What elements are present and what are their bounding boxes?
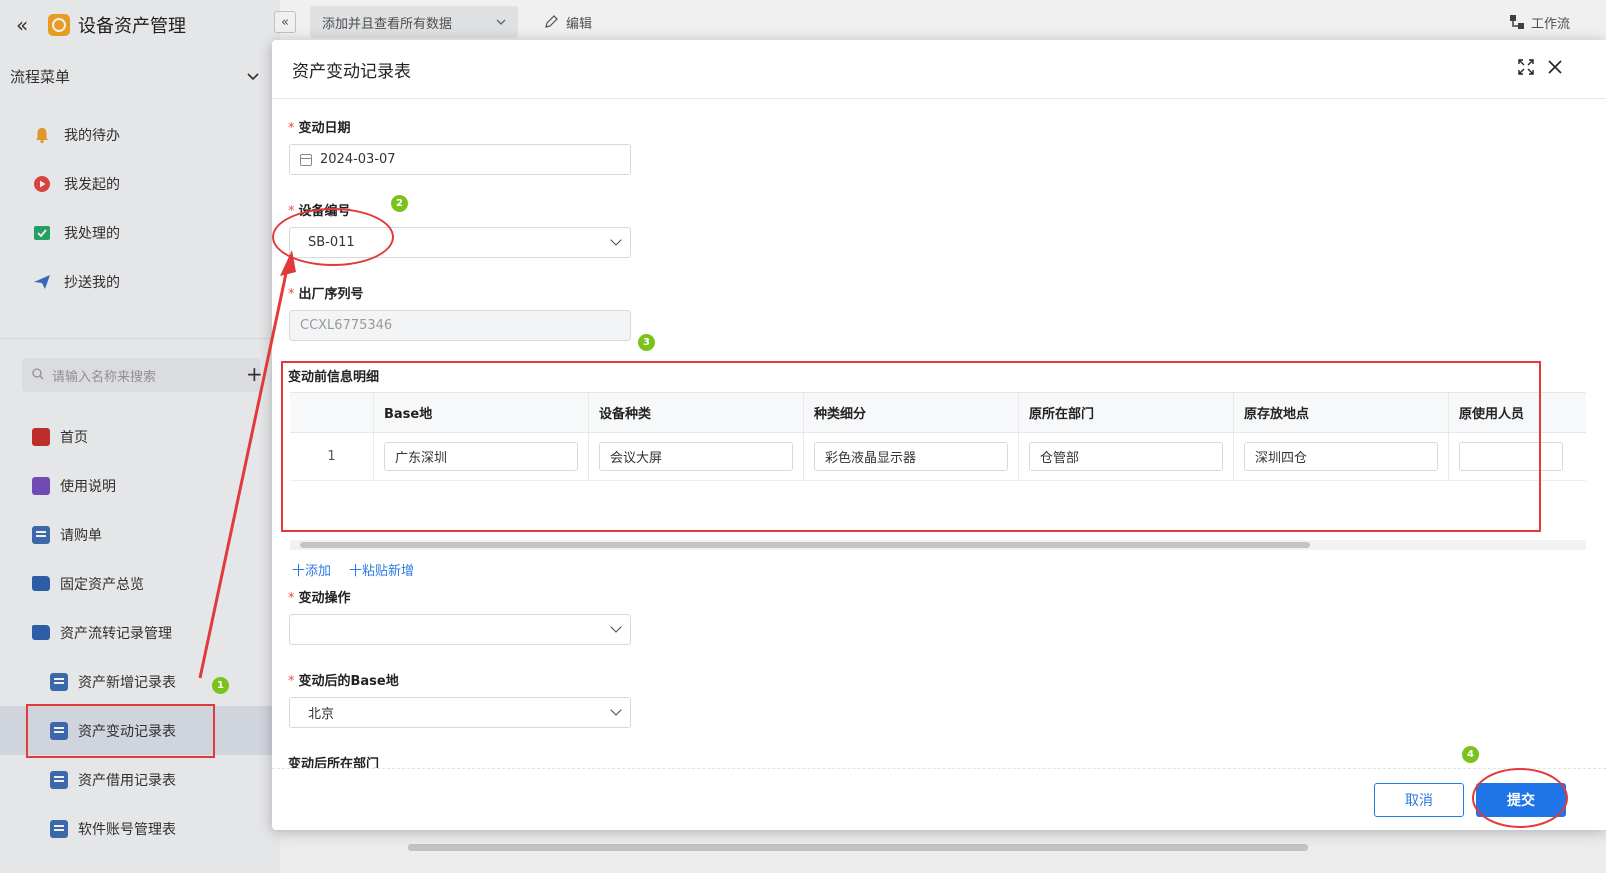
modal-footer: 取消 提交 <box>272 768 1606 830</box>
index-header <box>290 393 374 432</box>
table-cell: 彩色液晶显示器 <box>804 433 1019 480</box>
modal-body: * 变动日期 2024-03-07 * 设备编号 SB-011 * 出厂序列号 CCX… <box>272 100 1606 768</box>
row-index: 1 <box>290 433 374 480</box>
new-base-select[interactable]: 北京 <box>289 697 631 728</box>
serial-no-field: CCXL6775346 <box>289 310 631 341</box>
device-no-select[interactable]: SB-011 <box>289 227 631 258</box>
close-icon[interactable] <box>1547 59 1563 75</box>
column-header: 原所在部门 <box>1019 393 1234 432</box>
submit-button[interactable]: 提交 <box>1476 783 1566 817</box>
table-scrollbar[interactable] <box>290 540 1586 550</box>
table-header-row: Base地 设备种类 种类细分 原所在部门 原存放地点 原使用人员 <box>290 393 1586 433</box>
table-cell: 深圳四仓 <box>1234 433 1449 480</box>
table-cell: 广东深圳 <box>374 433 589 480</box>
table-cell <box>1449 433 1573 480</box>
cancel-button[interactable]: 取消 <box>1374 783 1464 817</box>
change-op-select[interactable] <box>289 614 631 645</box>
chevron-down-icon <box>610 234 622 246</box>
pre-change-details-table: Base地 设备种类 种类细分 原所在部门 原存放地点 原使用人员 1 广东深圳… <box>290 392 1586 481</box>
serial-no-value: CCXL6775346 <box>300 318 393 333</box>
user-cell-input[interactable] <box>1459 442 1563 471</box>
chevron-down-icon <box>610 704 622 716</box>
subtype-cell-input[interactable]: 彩色液晶显示器 <box>814 442 1008 471</box>
dept-cell-input[interactable]: 仓管部 <box>1029 442 1223 471</box>
location-cell-input[interactable]: 深圳四仓 <box>1244 442 1438 471</box>
new-dept-label: 变动后所在部门 <box>288 757 380 768</box>
new-base-value: 北京 <box>308 707 335 722</box>
add-row-button[interactable]: 十添加 <box>292 560 331 579</box>
modal-header: 资产变动记录表 <box>272 40 1606 99</box>
table-actions: 十添加 十粘贴新增 <box>292 560 414 579</box>
required-mark: * <box>288 121 295 136</box>
change-op-label: * 变动操作 <box>288 591 351 606</box>
column-header: Base地 <box>374 393 589 432</box>
column-header: 种类细分 <box>804 393 1019 432</box>
required-mark: * <box>288 591 295 606</box>
fullscreen-icon[interactable] <box>1518 59 1534 75</box>
device-no-label: * 设备编号 <box>288 204 351 219</box>
table-cell: 仓管部 <box>1019 433 1234 480</box>
column-header: 原使用人员 <box>1459 407 1525 422</box>
paste-add-button[interactable]: 十粘贴新增 <box>349 560 414 579</box>
pre-change-details-title: 变动前信息明细 <box>288 370 380 385</box>
table-cell: 会议大屏 <box>589 433 804 480</box>
required-mark: * <box>288 674 295 689</box>
change-date-value: 2024-03-07 <box>320 152 396 167</box>
calendar-icon <box>300 153 312 166</box>
base-cell-input[interactable]: 广东深圳 <box>384 442 578 471</box>
device-no-value: SB-011 <box>308 235 355 250</box>
change-date-picker[interactable]: 2024-03-07 <box>289 144 631 175</box>
column-header: 原存放地点 <box>1234 393 1449 432</box>
scrollbar-thumb[interactable] <box>300 542 1310 548</box>
required-mark: * <box>288 204 295 219</box>
new-base-label: * 变动后的Base地 <box>288 674 399 689</box>
device-type-cell-input[interactable]: 会议大屏 <box>599 442 793 471</box>
serial-no-label: * 出厂序列号 <box>288 287 364 302</box>
required-mark: * <box>288 287 295 302</box>
chevron-down-icon <box>610 621 622 633</box>
modal-title: 资产变动记录表 <box>292 61 411 82</box>
record-modal: 资产变动记录表 * 变动日期 2024-03-07 * 设备编号 SB-011 * 出… <box>272 40 1606 830</box>
table-row: 1 广东深圳 会议大屏 彩色液晶显示器 仓管部 深圳四仓 <box>290 433 1586 481</box>
column-header: 设备种类 <box>589 393 804 432</box>
change-date-label: * 变动日期 <box>288 121 351 136</box>
